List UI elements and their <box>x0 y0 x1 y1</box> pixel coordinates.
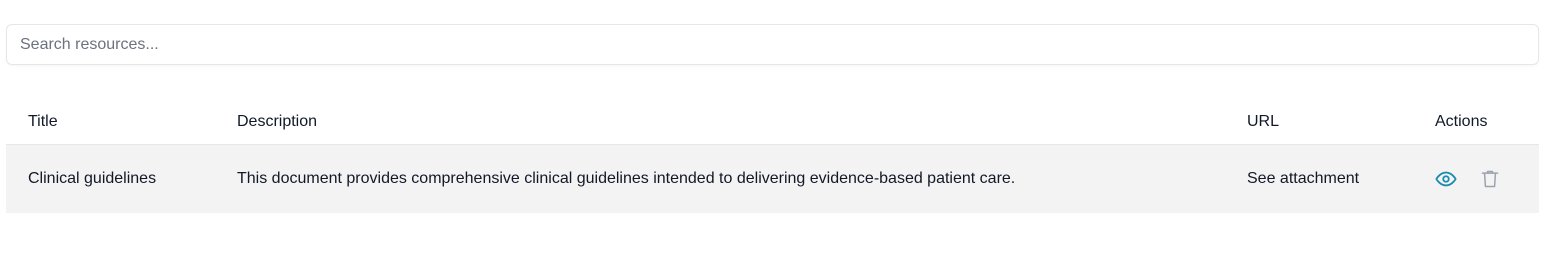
resource-url[interactable]: See attachment <box>1247 145 1359 213</box>
column-header-actions: Actions <box>1435 113 1488 130</box>
table-row: Clinical guidelines This document provid… <box>6 145 1539 213</box>
trash-icon <box>1481 170 1499 188</box>
column-header-url: URL <box>1247 113 1280 130</box>
eye-icon <box>1435 171 1457 187</box>
resource-description: This document provides comprehensive cli… <box>237 170 1016 187</box>
column-header-description: Description <box>237 113 318 130</box>
search-input[interactable] <box>7 25 1538 64</box>
table-header: Title Description URL Actions <box>6 100 1539 145</box>
row-actions <box>1435 145 1501 213</box>
resources-page: Title Description URL Actions Clinical g… <box>0 0 1556 264</box>
search-box <box>6 24 1539 65</box>
resources-table: Title Description URL Actions Clinical g… <box>6 100 1539 213</box>
resource-title: Clinical guidelines <box>28 170 157 187</box>
view-button[interactable] <box>1435 168 1457 190</box>
column-header-title: Title <box>28 113 58 130</box>
delete-button[interactable] <box>1479 168 1501 190</box>
